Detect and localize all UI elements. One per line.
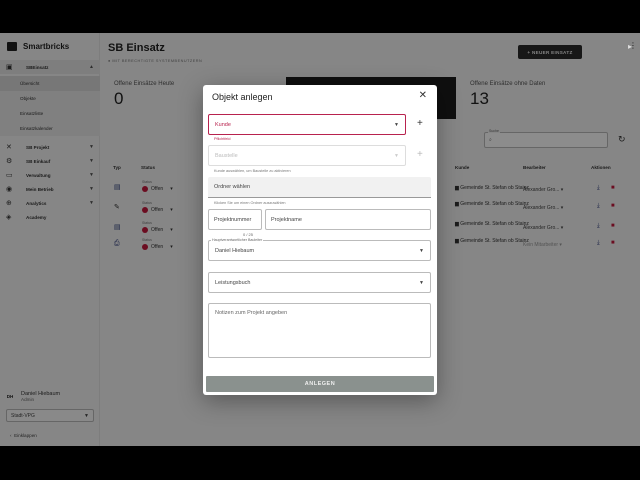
bauleiter-value: Daniel Hiebaum: [215, 247, 255, 254]
chevron-down-icon: ▼: [419, 279, 424, 286]
baustelle-label: Baustelle: [215, 152, 238, 159]
chevron-down-icon: ▼: [394, 121, 399, 128]
anlegen-button[interactable]: ANLEGEN: [206, 376, 434, 392]
chevron-down-icon: ▼: [419, 247, 424, 254]
ordner-helper: Klicken Sie um einen Ordner auszuwählen: [214, 201, 286, 205]
projektname-label: Projektname: [271, 216, 302, 223]
notes-placeholder: Notizen zum Projekt angeben: [215, 310, 288, 316]
baustelle-select: Baustelle ▼: [208, 145, 406, 166]
kunde-label: Kunde: [215, 121, 231, 128]
objekt-anlegen-dialog: Objekt anlegen ✕ Kunde ▼ + Pflichtfeld B…: [203, 85, 437, 395]
add-baustelle-icon: +: [417, 149, 423, 160]
add-kunde-icon[interactable]: +: [417, 118, 423, 129]
bauleiter-select[interactable]: Daniel Hiebaum ▼: [208, 240, 431, 261]
kunde-helper: Pflichtfeld: [214, 137, 231, 141]
leistungsbuch-select[interactable]: Leistungsbuch ▼: [208, 272, 431, 293]
projektnummer-counter: 0 / 25: [243, 232, 254, 237]
cursor-icon: ▸: [628, 42, 633, 51]
baustelle-helper: Kunde auswählen, um Baustelle zu aktivie…: [214, 169, 291, 173]
kunde-select[interactable]: Kunde ▼: [208, 114, 406, 135]
dialog-title: Objekt anlegen: [212, 92, 273, 102]
projektname-input[interactable]: Projektname: [265, 209, 431, 230]
leistungsbuch-label: Leistungsbuch: [215, 279, 251, 286]
bauleiter-label: Hauptverantwortlicher Bauleiter: [211, 238, 264, 242]
close-icon[interactable]: ✕: [419, 90, 427, 101]
ordner-label: Ordner wählen: [214, 184, 251, 190]
ordner-select[interactable]: Ordner wählen: [208, 177, 431, 198]
projektnummer-input[interactable]: Projektnummer: [208, 209, 262, 230]
projektnummer-label: Projektnummer: [214, 216, 252, 223]
chevron-down-icon: ▼: [394, 152, 399, 159]
notes-textarea[interactable]: Notizen zum Projekt angeben: [208, 303, 431, 358]
